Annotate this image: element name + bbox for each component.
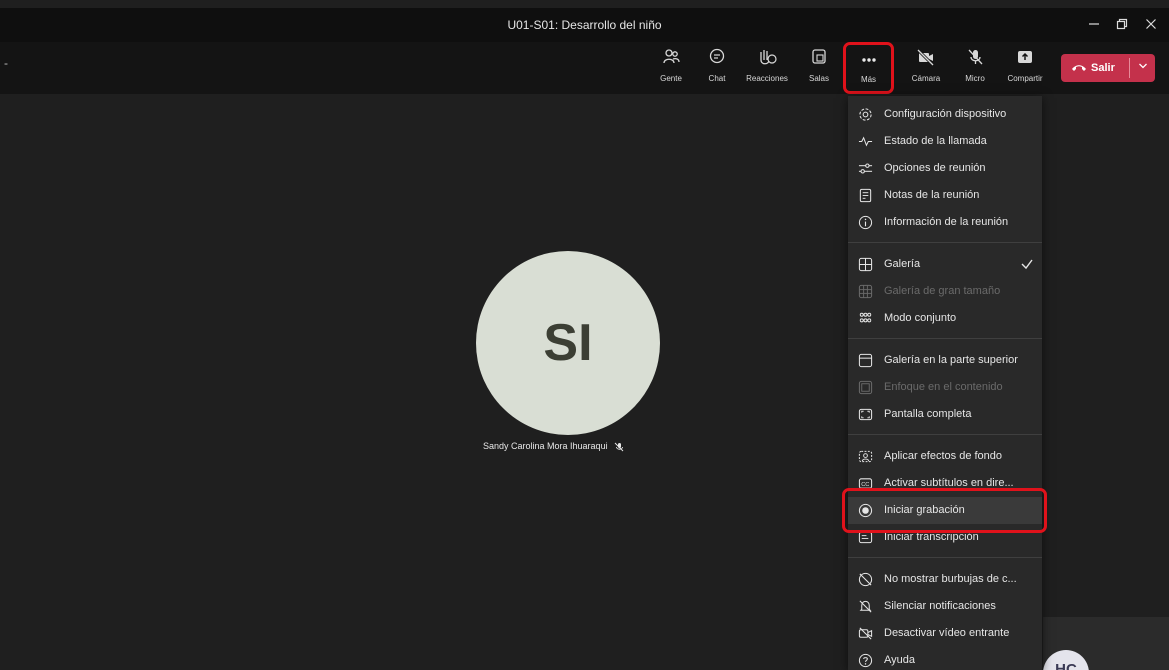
meeting-toolbar: - Gente Chat Reacciones Salas Más Cámara… xyxy=(0,42,1169,94)
video-off-icon xyxy=(858,627,873,640)
menu-item-label: Notas de la reunión xyxy=(884,189,980,201)
menu-item-label: Galería en la parte superior xyxy=(884,354,1018,366)
no-bubbles-icon xyxy=(858,572,873,587)
chat-icon xyxy=(704,48,730,72)
menu-item-label: Modo conjunto xyxy=(884,312,957,324)
participant-name-label: Sandy Carolina Mora Ihuaraqui xyxy=(483,441,624,452)
menu-item-call-health[interactable]: Estado de la llamada xyxy=(848,128,1042,155)
teams-meeting-window: U01-S01: Desarrollo del niño - Gente Cha… xyxy=(0,0,1169,670)
menu-divider xyxy=(848,338,1042,339)
rooms-label: Salas xyxy=(808,74,829,83)
menu-item-label: Pantalla completa xyxy=(884,408,972,420)
people-button[interactable]: Gente xyxy=(656,42,686,94)
more-dots-icon xyxy=(846,51,891,75)
menu-item-label: Galería xyxy=(884,258,921,270)
fullscreen-icon xyxy=(858,408,873,421)
minimize-icon xyxy=(1089,23,1099,25)
menu-item-meeting-notes[interactable]: Notas de la reunión xyxy=(848,182,1042,209)
people-icon xyxy=(656,48,686,72)
meeting-timer: - xyxy=(4,56,8,70)
close-window-button[interactable] xyxy=(1133,8,1169,42)
menu-item-label: Opciones de reunión xyxy=(884,162,986,174)
menu-divider xyxy=(848,557,1042,558)
recording-highlight-box xyxy=(842,488,1047,533)
leave-button-group: Salir xyxy=(1061,54,1155,82)
camera-button[interactable]: Cámara xyxy=(908,42,944,94)
close-icon xyxy=(1146,19,1156,29)
gear-icon xyxy=(859,108,872,121)
menu-item-label: Desactivar vídeo entrante xyxy=(884,627,1010,639)
menu-item-disable-incoming-video[interactable]: Desactivar vídeo entrante xyxy=(848,620,1042,647)
menu-item-label: Aplicar efectos de fondo xyxy=(884,450,1003,462)
background-effects-icon xyxy=(858,450,873,463)
mic-off-icon xyxy=(960,48,990,72)
focus-icon xyxy=(858,380,873,395)
menu-item-meeting-options[interactable]: Opciones de reunión xyxy=(848,155,1042,182)
window-title: U01-S01: Desarrollo del niño xyxy=(507,18,662,32)
sliders-icon xyxy=(858,163,873,174)
leave-options-button[interactable] xyxy=(1130,54,1155,82)
rooms-icon xyxy=(806,48,832,72)
chat-button[interactable]: Chat xyxy=(704,42,730,94)
menu-item-device-settings[interactable]: Configuración dispositivo xyxy=(848,101,1042,128)
camera-off-icon xyxy=(908,48,944,72)
menu-item-label: Información de la reunión xyxy=(884,216,1009,228)
more-button[interactable]: Más xyxy=(843,42,894,94)
hand-emoji-icon xyxy=(741,48,793,72)
rooms-button[interactable]: Salas xyxy=(806,42,832,94)
top-gallery-icon xyxy=(858,353,873,368)
notes-icon xyxy=(859,188,872,203)
menu-item-fullscreen[interactable]: Pantalla completa xyxy=(848,401,1042,428)
mute-notifications-icon xyxy=(859,600,872,613)
menu-item-focus-content: Enfoque en el contenido xyxy=(848,374,1042,401)
mic-label: Micro xyxy=(965,74,985,83)
info-icon xyxy=(858,215,873,230)
together-icon xyxy=(859,312,872,323)
pulse-icon xyxy=(858,136,873,147)
more-label: Más xyxy=(860,75,877,84)
menu-divider xyxy=(848,434,1042,435)
menu-item-top-gallery[interactable]: Galería en la parte superior xyxy=(848,347,1042,374)
camera-label: Cámara xyxy=(911,74,941,83)
share-button[interactable]: Compartir xyxy=(1000,42,1050,94)
hang-up-icon xyxy=(1072,65,1086,72)
menu-item-label: Enfoque en el contenido xyxy=(884,381,1003,393)
menu-item-label: No mostrar burbujas de c... xyxy=(884,573,1017,585)
more-options-menu: Configuración dispositivo Estado de la l… xyxy=(848,96,1042,670)
menu-item-together-mode[interactable]: Modo conjunto xyxy=(848,305,1042,332)
large-grid-icon xyxy=(858,284,873,299)
menu-item-hide-chat-bubbles[interactable]: No mostrar burbujas de c... xyxy=(848,566,1042,593)
menu-item-background-effects[interactable]: Aplicar efectos de fondo xyxy=(848,443,1042,470)
menu-item-meeting-info[interactable]: Información de la reunión xyxy=(848,209,1042,236)
menu-item-help[interactable]: Ayuda xyxy=(848,647,1042,670)
menu-item-label: Silenciar notificaciones xyxy=(884,600,996,612)
participant-avatar: SI xyxy=(476,251,660,435)
reactions-label: Reacciones xyxy=(746,74,788,83)
chat-label: Chat xyxy=(708,74,726,83)
menu-item-label: Configuración dispositivo xyxy=(884,108,1007,120)
chevron-down-icon xyxy=(1138,63,1147,69)
participant-name: Sandy Carolina Mora Ihuaraqui xyxy=(483,441,608,451)
menu-divider xyxy=(848,242,1042,243)
menu-item-label: Estado de la llamada xyxy=(884,135,987,147)
title-bar: U01-S01: Desarrollo del niño xyxy=(0,8,1169,42)
mic-button[interactable]: Micro xyxy=(960,42,990,94)
share-screen-icon xyxy=(1000,48,1050,72)
leave-button[interactable]: Salir xyxy=(1061,54,1129,82)
grid-icon xyxy=(858,257,873,272)
restore-icon xyxy=(1116,18,1128,30)
menu-item-label: Ayuda xyxy=(884,654,915,666)
menu-item-gallery[interactable]: Galería xyxy=(848,251,1042,278)
checkmark-icon xyxy=(1021,259,1033,270)
menu-item-mute-notifications[interactable]: Silenciar notificaciones xyxy=(848,593,1042,620)
reactions-button[interactable]: Reacciones xyxy=(741,42,793,94)
share-label: Compartir xyxy=(1007,74,1043,83)
people-label: Gente xyxy=(660,74,682,83)
leave-label: Salir xyxy=(1091,62,1115,74)
menu-item-label: Galería de gran tamaño xyxy=(884,285,1001,297)
help-icon xyxy=(858,653,873,668)
menu-item-large-gallery: Galería de gran tamaño xyxy=(848,278,1042,305)
muted-mic-icon xyxy=(614,442,623,451)
